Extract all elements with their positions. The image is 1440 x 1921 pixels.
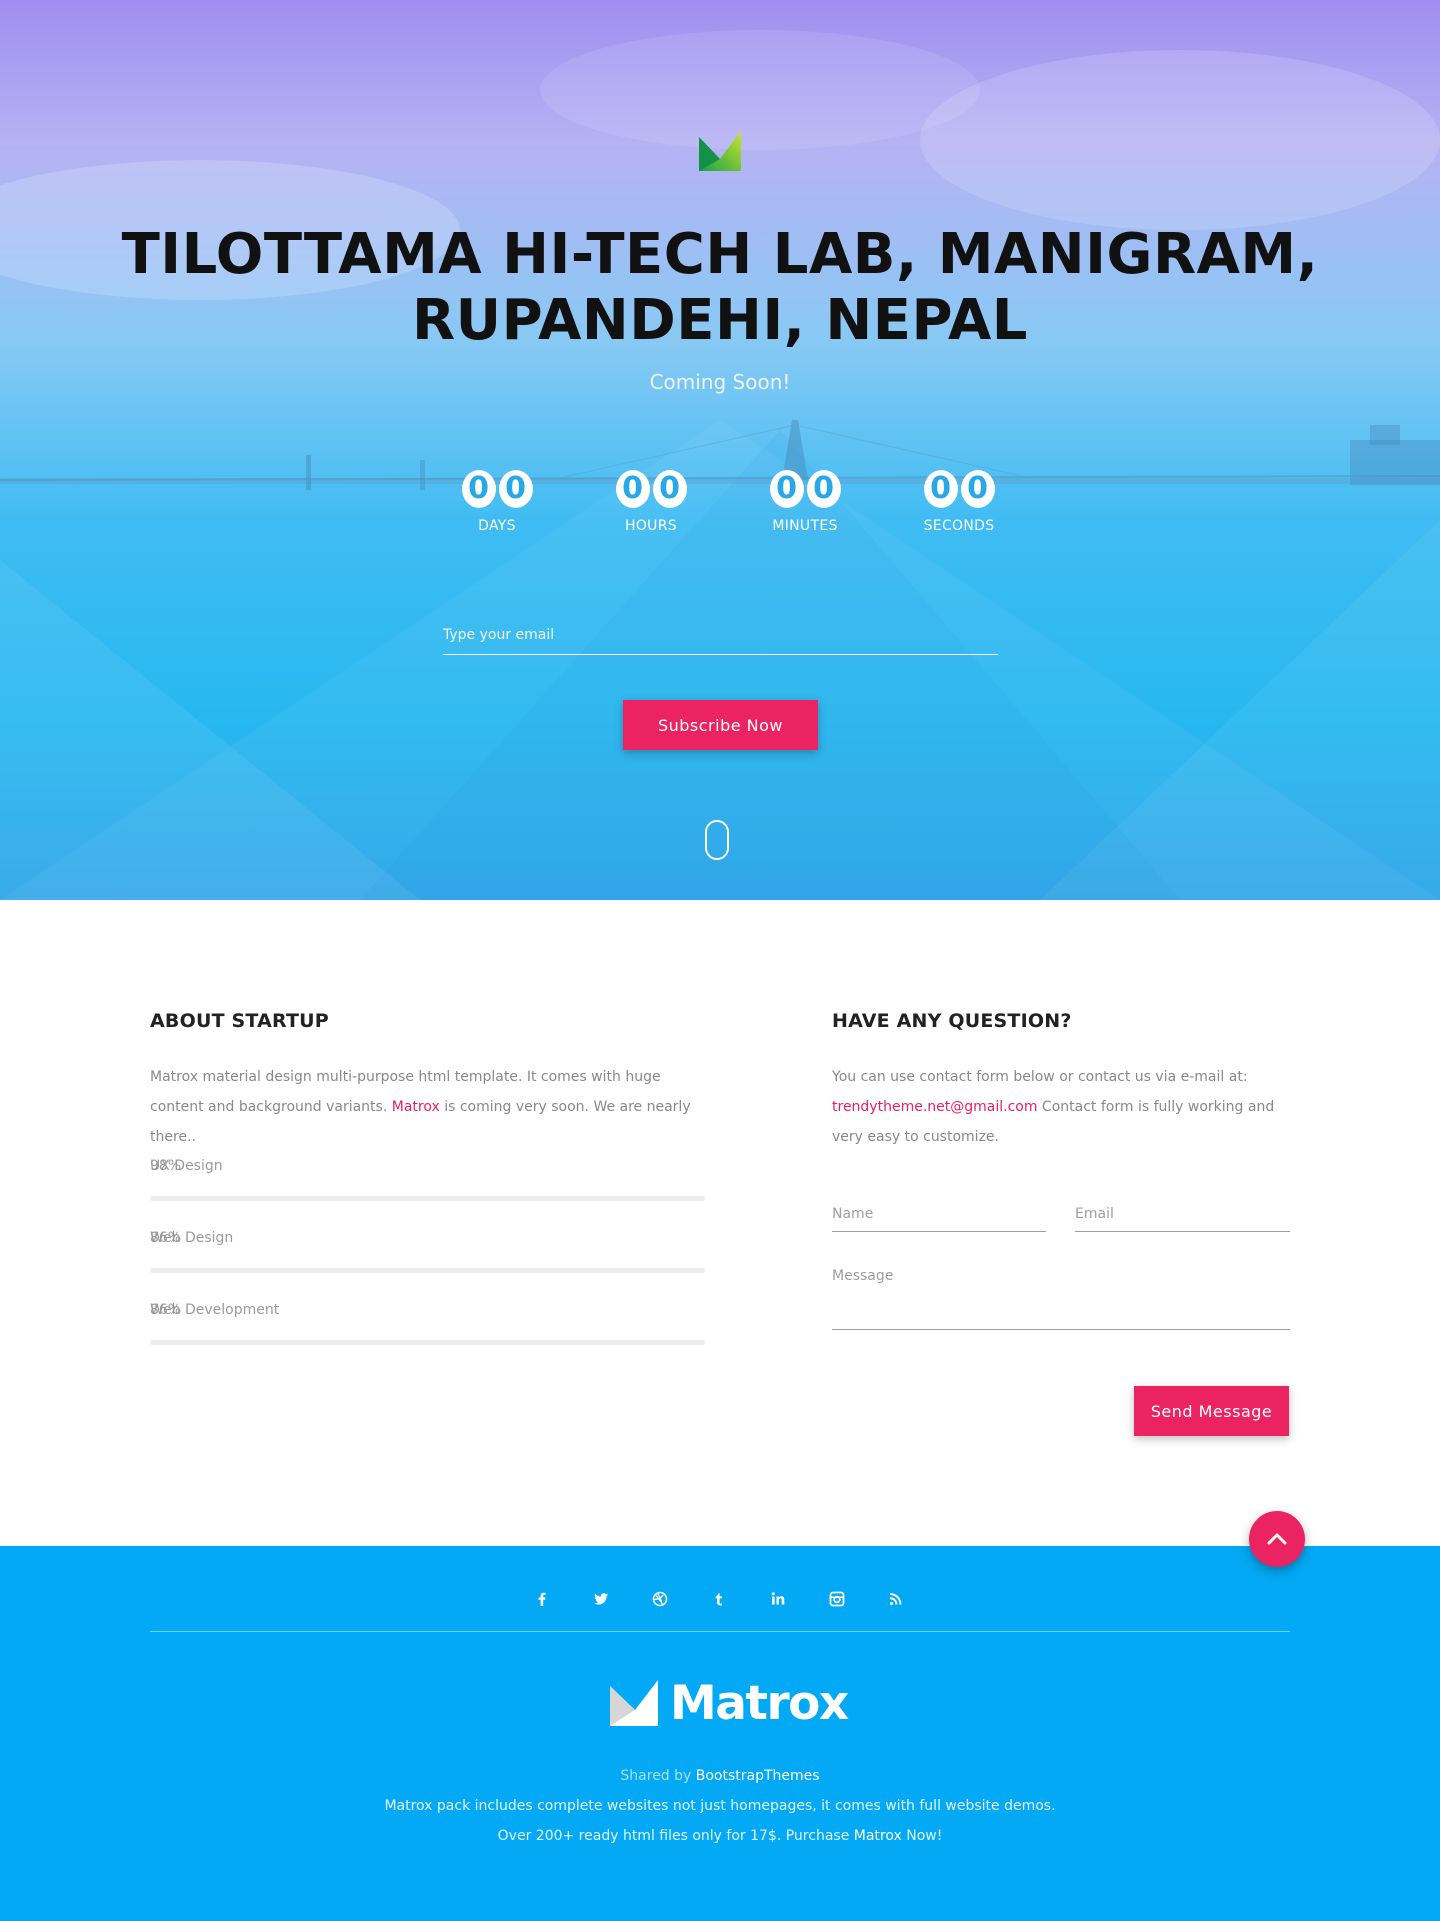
countdown-digit: 0 [806,470,841,508]
countdown-days: 0 0 DAYS [442,462,552,534]
footer-description: Matrox pack includes complete websites n… [384,1798,1056,1814]
countdown-timer: 0 0 DAYS 0 0 HOURS 0 0 MINUTES 0 0 SECON… [442,462,1002,552]
footer-text-part: Now! [901,1828,943,1844]
instagram-icon[interactable] [822,1584,852,1614]
contact-title: HAVE ANY QUESTION? [832,1010,1072,1032]
footer-purchase-line: Over 200+ ready html files only for 17$.… [0,1828,1440,1844]
countdown-digit: 0 [923,470,958,508]
footer-text-part: Over 200+ ready html files only for 17$.… [497,1828,854,1844]
bootstrapthemes-link[interactable]: BootstrapThemes [696,1768,820,1784]
footer: Matrox Shared by BootstrapThemes Matrox … [0,1546,1440,1921]
back-to-top-button[interactable] [1249,1511,1305,1567]
footer-divider [150,1631,1290,1632]
brand-logo-icon [699,131,741,171]
footer-text-part: Shared by [620,1768,696,1784]
countdown-label: HOURS [625,518,677,534]
countdown-hours: 0 0 HOURS [596,462,706,534]
countdown-digit: 0 [615,470,650,508]
scroll-down-icon[interactable] [705,820,729,860]
countdown-digit: 0 [769,470,804,508]
coming-soon-subtitle: Coming Soon! [649,370,791,394]
about-text: Matrox material design multi-purpose htm… [150,1062,710,1152]
countdown-digit: 0 [498,470,533,508]
skill-web-development: 86% Web Development [150,1302,705,1350]
skill-name: UX Design [150,1158,223,1174]
countdown-minutes: 0 0 MINUTES [750,462,860,534]
dribbble-icon[interactable] [645,1584,675,1614]
linkedin-icon[interactable] [763,1584,793,1614]
page-title: TILOTTAMA HI-TECH LAB, MANIGRAM, RUPANDE… [121,222,1319,353]
subscribe-email-input[interactable] [443,615,998,655]
skill-web-design: 86% Web Design [150,1230,705,1278]
skill-name: Web Design [150,1230,234,1246]
countdown-label: MINUTES [772,518,838,534]
countdown-label: DAYS [478,518,516,534]
footer-logo-text: Matrox [670,1676,849,1731]
contact-text: You can use contact form below or contac… [832,1062,1292,1152]
rss-icon[interactable] [881,1584,911,1614]
skill-progress-bar [150,1268,705,1273]
purchase-matrox-link[interactable]: Matrox [854,1828,902,1844]
countdown-digit: 0 [960,470,995,508]
skill-progress-bar [150,1340,705,1345]
footer-shared-by: Shared by BootstrapThemes [0,1768,1440,1784]
contact-text-part: You can use contact form below or contac… [832,1069,1248,1085]
send-message-button[interactable]: Send Message [1134,1386,1289,1436]
about-title: ABOUT STARTUP [150,1010,329,1032]
countdown-digit: 0 [652,470,687,508]
skill-name: Web Development [150,1302,280,1318]
facebook-icon[interactable] [527,1584,557,1614]
contact-message-input[interactable] [832,1262,1290,1330]
subscribe-button[interactable]: Subscribe Now [623,700,818,750]
hero-section: TILOTTAMA HI-TECH LAB, MANIGRAM, RUPANDE… [0,0,1440,900]
countdown-digit: 0 [461,470,496,508]
matrox-link[interactable]: Matrox [392,1099,440,1115]
countdown-label: SECONDS [923,518,995,534]
chevron-up-icon [1267,1533,1287,1545]
contact-email-link[interactable]: trendytheme.net@gmail.com [832,1099,1037,1115]
contact-name-input[interactable] [832,1196,1046,1232]
contact-email-input[interactable] [1075,1196,1290,1232]
footer-logo: Matrox [610,1676,849,1732]
twitter-icon[interactable] [586,1584,616,1614]
skill-ux-design: 98% UX Design [150,1158,705,1206]
tumblr-icon[interactable] [704,1584,734,1614]
countdown-seconds: 0 0 SECONDS [904,462,1014,534]
skill-progress-bar [150,1196,705,1201]
matrox-logo-icon [610,1680,658,1726]
